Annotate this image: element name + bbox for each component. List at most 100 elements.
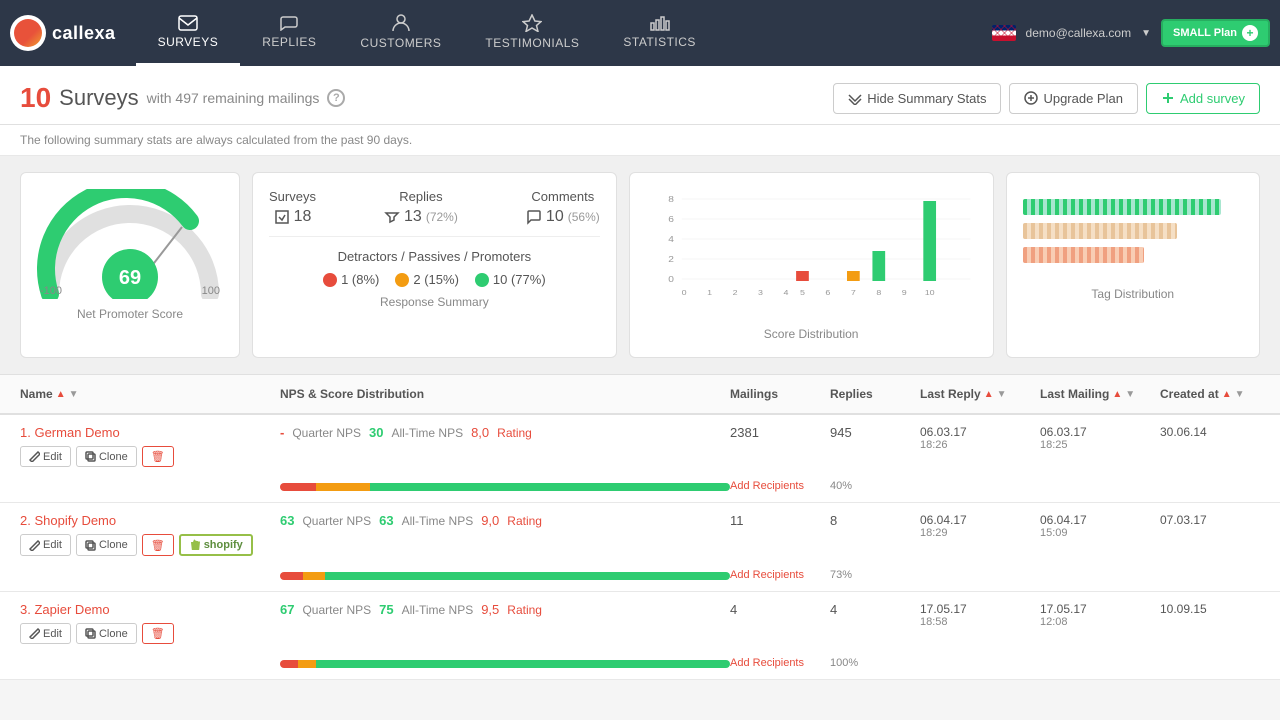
add-survey-button[interactable]: Add survey (1146, 83, 1260, 114)
th-replies: Replies (830, 387, 920, 401)
add-survey-label: Add survey (1180, 91, 1245, 106)
help-icon[interactable]: ? (327, 89, 345, 107)
add-recipients-3[interactable]: Add Recipients (730, 657, 804, 669)
row-actions-1: Edit Clone 🗑 (20, 446, 280, 467)
last-reply-time-1: 18:26 (920, 439, 1040, 451)
add-recipients-2[interactable]: Add Recipients (730, 569, 804, 581)
nav-item-surveys[interactable]: SURVEYS (136, 0, 241, 66)
title-area: 10 Surveys with 497 remaining mailings ? (20, 82, 345, 114)
all-time-nps-label-1: All-Time NPS (392, 426, 464, 440)
svg-text:3: 3 (758, 289, 764, 297)
plan-badge[interactable]: SMALL Plan + (1161, 19, 1270, 47)
replies-col: Replies 13 (72%) (384, 189, 458, 226)
svg-text:7: 7 (851, 289, 857, 297)
all-time-nps-2: 63 (379, 513, 393, 528)
created-col-1: 30.06.14 (1160, 425, 1260, 439)
edit-btn-3[interactable]: Edit (20, 623, 71, 644)
last-reply-time-2: 18:29 (920, 527, 1040, 539)
th-last-mailing[interactable]: Last Mailing ▲ ▼ (1040, 387, 1160, 401)
pb-red-1 (280, 483, 316, 491)
delete-btn-3[interactable]: 🗑 (142, 623, 174, 644)
clone-btn-2[interactable]: Clone (76, 534, 137, 556)
passives-value: 2 (15%) (413, 272, 459, 287)
upgrade-label: Upgrade Plan (1043, 91, 1123, 106)
survey-name-3[interactable]: 3. Zapier Demo (20, 602, 110, 617)
all-time-nps-1: 30 (369, 425, 383, 440)
th-name[interactable]: Name ▲ ▼ (20, 387, 280, 401)
quarter-nps-1: - (280, 425, 284, 440)
all-time-nps-label-2: All-Time NPS (402, 514, 474, 528)
th-last-reply[interactable]: Last Reply ▲ ▼ (920, 387, 1040, 401)
language-flag[interactable] (992, 25, 1016, 41)
th-created[interactable]: Created at ▲ ▼ (1160, 387, 1260, 401)
delete-btn-1[interactable]: 🗑 (142, 446, 174, 467)
last-reply-col-3: 17.05.17 18:58 (920, 602, 1040, 628)
sort-created-desc: ▼ (1235, 389, 1245, 400)
edit-btn-2[interactable]: Edit (20, 534, 71, 556)
replies-pct-3: 100% (830, 657, 858, 669)
nav-surveys-label: SURVEYS (158, 35, 219, 49)
mailings-col-2: 11 (730, 513, 830, 528)
tag-bars (1023, 189, 1244, 279)
last-mailing-col-3: 17.05.17 12:08 (1040, 602, 1160, 628)
survey-count: 10 (20, 82, 51, 114)
promoters-item: 10 (77%) (475, 272, 546, 287)
hide-stats-button[interactable]: Hide Summary Stats (833, 83, 1001, 114)
tag-bar-2 (1023, 223, 1244, 239)
add-recipients-col-1: Add Recipients (730, 477, 830, 492)
nav-right: demo@callexa.com ▼ SMALL Plan + (992, 19, 1270, 47)
tag-bar-3 (1023, 247, 1244, 263)
response-summary-label: Response Summary (380, 295, 489, 309)
nav-replies-label: REPLIES (262, 35, 316, 49)
pb-orange-1 (316, 483, 370, 491)
sort-name-asc: ▲ (56, 389, 66, 400)
sort-name-desc: ▼ (69, 389, 79, 400)
survey-name-2[interactable]: 2. Shopify Demo (20, 513, 116, 528)
created-date-3: 10.09.15 (1160, 602, 1260, 616)
comments-value: 10 (56%) (526, 208, 600, 226)
upgrade-button[interactable]: Upgrade Plan (1009, 83, 1138, 114)
survey-name-1[interactable]: 1. German Demo (20, 425, 120, 440)
survey-row-3: 3. Zapier Demo Edit Clone 🗑 67 (0, 592, 1280, 680)
nps-label: Net Promoter Score (77, 307, 183, 321)
detractor-dot (323, 273, 337, 287)
delete-btn-2[interactable]: 🗑 (142, 534, 174, 556)
clone-btn-3[interactable]: Clone (76, 623, 137, 644)
clone-btn-1[interactable]: Clone (76, 446, 137, 467)
survey-name-col-1: 1. German Demo Edit Clone 🗑 (20, 425, 280, 467)
page-title: Surveys (59, 85, 138, 111)
last-mailing-time-2: 15:09 (1040, 527, 1160, 539)
nav-item-testimonials[interactable]: TESTIMONIALS (463, 0, 601, 66)
nps-cell-2: 63 Quarter NPS 63 All-Time NPS 9,0 Ratin… (280, 513, 730, 528)
tag-dist-card: Tag Distribution (1006, 172, 1261, 358)
replies-pct-2: 73% (830, 569, 852, 581)
created-col-3: 10.09.15 (1160, 602, 1260, 616)
dropdown-icon[interactable]: ▼ (1141, 28, 1151, 39)
surveys-value: 18 (274, 208, 312, 226)
th-nps: NPS & Score Distribution (280, 387, 730, 401)
rating-1: 8,0 (471, 425, 489, 440)
nav-item-replies[interactable]: REPLIES (240, 0, 338, 66)
last-reply-date-2: 06.04.17 (920, 513, 1040, 527)
dpp-label: Detractors / Passives / Promoters (269, 249, 600, 264)
last-reply-col-1: 06.03.17 18:26 (920, 425, 1040, 451)
header-buttons: Hide Summary Stats Upgrade Plan Add surv… (833, 83, 1260, 114)
replies-pct-col-1: 40% (830, 477, 920, 492)
shopify-btn-2[interactable]: shopify (179, 534, 253, 556)
row-actions-3: Edit Clone 🗑 (20, 623, 280, 644)
edit-btn-1[interactable]: Edit (20, 446, 71, 467)
svg-text:0: 0 (668, 275, 674, 284)
sort-last-reply-desc: ▼ (997, 389, 1007, 400)
promoters-value: 10 (77%) (493, 272, 546, 287)
nav-item-statistics[interactable]: STATISTICS (601, 0, 718, 66)
nav-item-customers[interactable]: CUSTOMERS (338, 0, 463, 66)
gauge-min: -100 (40, 285, 62, 297)
logo[interactable]: callexa (10, 15, 116, 51)
nav-statistics-label: STATISTICS (623, 35, 696, 49)
navigation: callexa SURVEYS REPLIES CUSTOMERS TESTIM… (0, 0, 1280, 66)
rating-label-1: Rating (497, 426, 532, 440)
survey-row-main-2: 2. Shopify Demo Edit Clone 🗑 sh (0, 503, 1280, 566)
plan-label: SMALL Plan (1173, 27, 1237, 39)
add-recipients-1[interactable]: Add Recipients (730, 480, 804, 492)
response-summary: Surveys 18 Replies 13 (72%) Comments (269, 189, 600, 287)
